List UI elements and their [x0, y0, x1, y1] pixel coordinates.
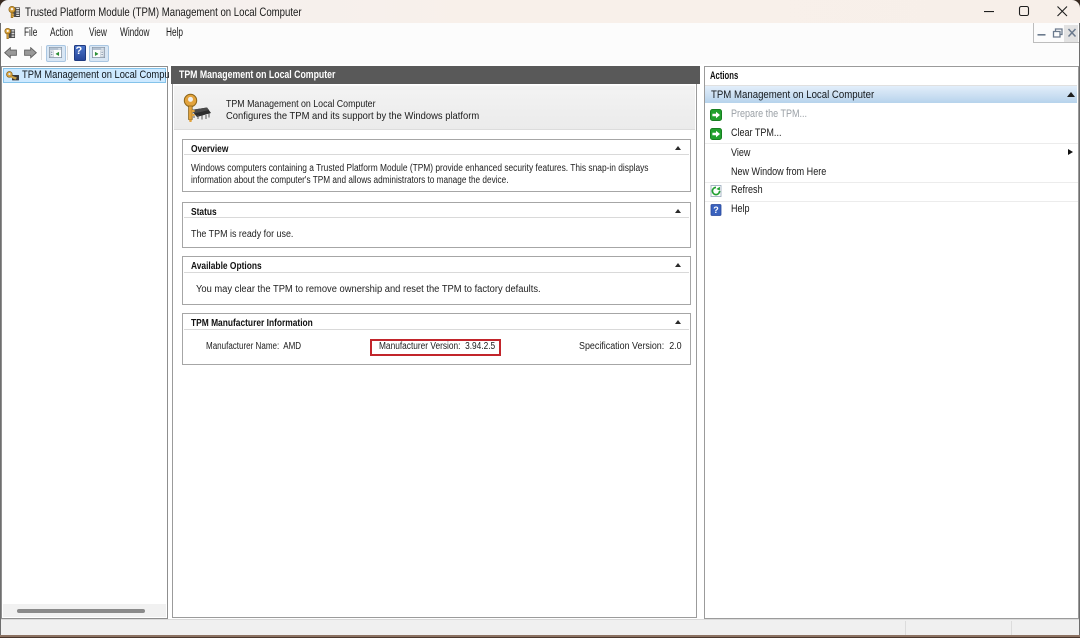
svg-text:?: ?	[713, 205, 719, 215]
